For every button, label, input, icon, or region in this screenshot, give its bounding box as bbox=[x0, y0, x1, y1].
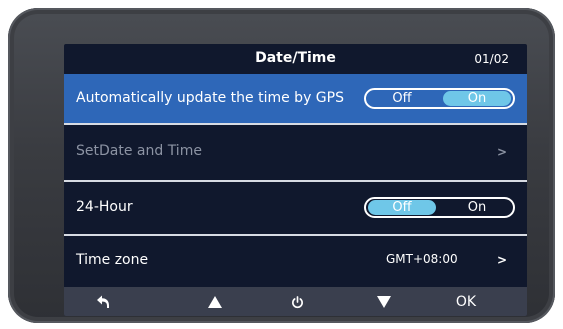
down-button[interactable] bbox=[372, 292, 396, 312]
power-button[interactable] bbox=[285, 292, 309, 312]
row-label: 24-Hour bbox=[76, 199, 133, 215]
row-set-date-time[interactable]: SetDate and Time > bbox=[64, 125, 527, 180]
power-icon bbox=[291, 295, 303, 308]
bottom-button-bar: OK bbox=[64, 287, 527, 316]
24-hour-toggle[interactable]: Off On bbox=[364, 197, 515, 218]
chevron-right-icon: > bbox=[496, 145, 507, 159]
toggle-off-option[interactable]: Off bbox=[368, 91, 436, 106]
row-gps-auto-update[interactable]: Automatically update the time by GPS Off… bbox=[64, 74, 527, 123]
back-button[interactable] bbox=[92, 292, 116, 312]
screen: Date/Time 01/02 Automatically update the… bbox=[64, 44, 527, 316]
page-indicator: 01/02 bbox=[474, 52, 509, 66]
chevron-right-icon: > bbox=[496, 253, 507, 267]
row-label: Time zone bbox=[76, 252, 149, 268]
row-24-hour[interactable]: 24-Hour Off On bbox=[64, 182, 527, 234]
device-bezel: Date/Time 01/02 Automatically update the… bbox=[8, 8, 555, 323]
back-arrow-icon bbox=[97, 295, 109, 308]
toggle-on-option[interactable]: On bbox=[443, 200, 511, 215]
row-label: SetDate and Time bbox=[76, 143, 202, 159]
triangle-up-icon bbox=[208, 296, 222, 308]
triangle-down-icon bbox=[377, 296, 391, 308]
toggle-off-option[interactable]: Off bbox=[368, 200, 436, 215]
page-title: Date/Time bbox=[255, 50, 336, 66]
gps-update-toggle[interactable]: Off On bbox=[364, 88, 515, 109]
title-bar: Date/Time 01/02 bbox=[64, 44, 527, 74]
up-button[interactable] bbox=[203, 292, 227, 312]
toggle-on-option[interactable]: On bbox=[443, 91, 511, 106]
ok-button[interactable]: OK bbox=[448, 292, 484, 312]
row-time-zone[interactable]: Time zone GMT+08:00 > bbox=[64, 236, 527, 287]
time-zone-value: GMT+08:00 bbox=[386, 252, 458, 266]
row-label: Automatically update the time by GPS bbox=[76, 90, 344, 106]
